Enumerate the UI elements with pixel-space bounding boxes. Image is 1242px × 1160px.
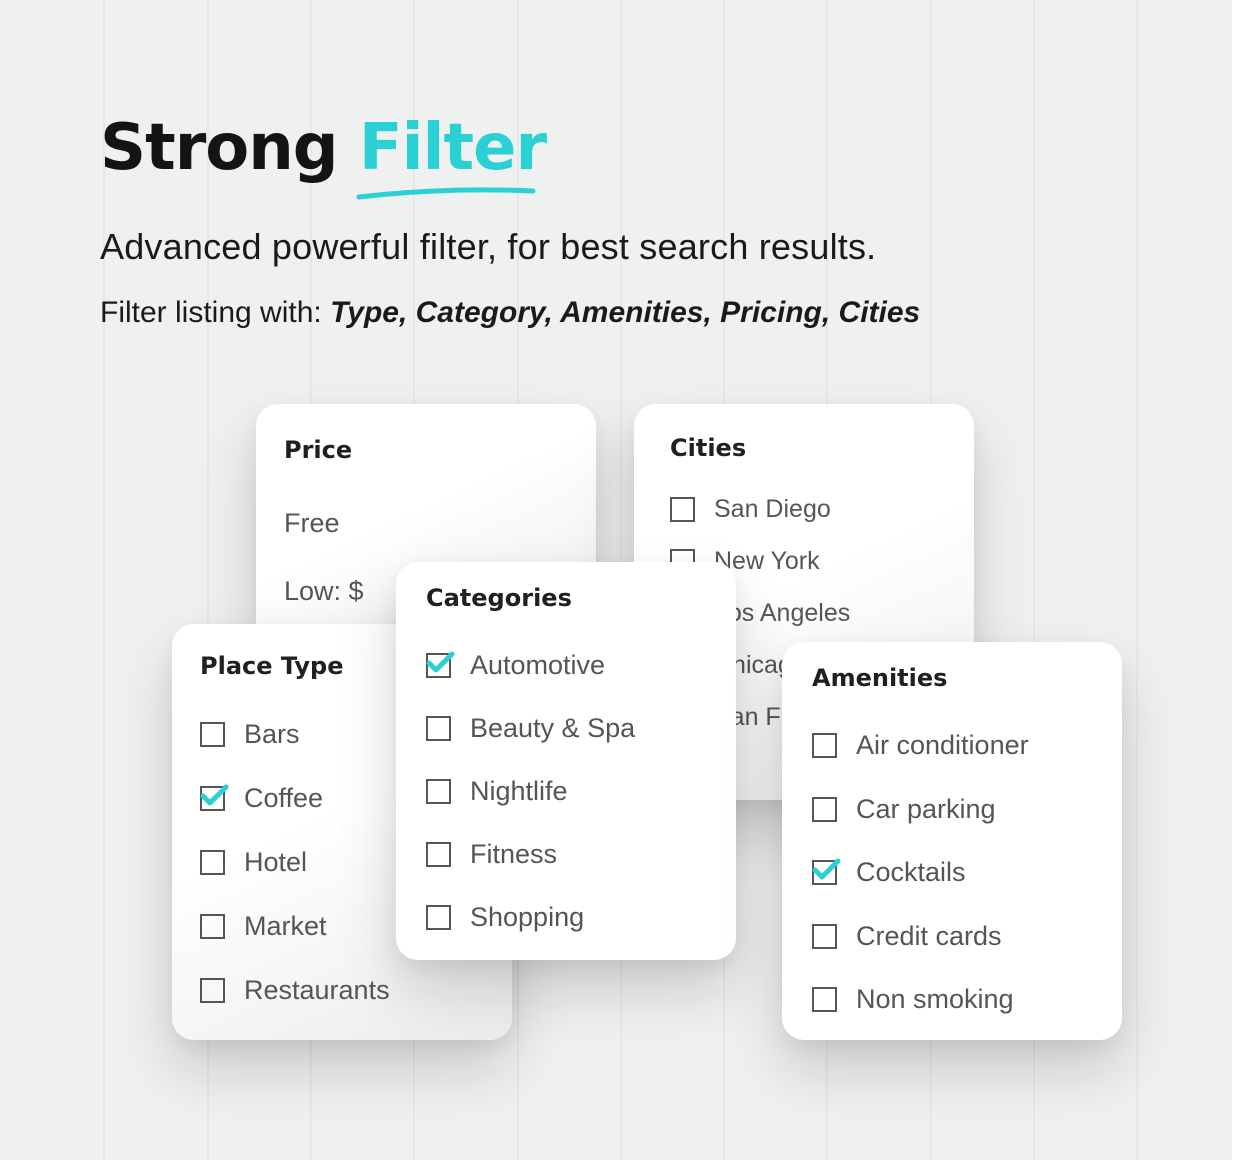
option-label: Air conditioner xyxy=(856,730,1029,760)
place-type-option[interactable]: Bars xyxy=(200,719,300,750)
option-label: Shopping xyxy=(470,902,585,932)
title-accent-text: Filter xyxy=(358,111,547,185)
place-type-option[interactable]: Hotel xyxy=(200,847,307,878)
checkbox[interactable] xyxy=(200,978,225,1003)
option-label: Cocktails xyxy=(856,857,966,887)
place-type-option[interactable]: Coffee xyxy=(200,783,323,814)
checkbox[interactable] xyxy=(426,716,451,741)
page-title: Strong Filter xyxy=(100,108,547,200)
checkbox[interactable] xyxy=(200,914,225,939)
option-label: Credit cards xyxy=(856,920,1002,951)
amenities-filter-card: Amenities Air conditioner Car parking Cock… xyxy=(782,642,1122,1040)
title-accent: Filter xyxy=(356,108,547,200)
checkbox-checked[interactable] xyxy=(200,784,229,811)
option-label: Non smoking xyxy=(856,984,1014,1014)
checkbox[interactable] xyxy=(200,850,225,875)
checkmark-icon xyxy=(426,651,455,673)
option-label: Hotel xyxy=(244,847,308,877)
categories-filter-card: Categories Automotive Beauty & Spa Nightli… xyxy=(396,562,736,960)
right-edge-strip xyxy=(1232,0,1242,1160)
amenities-option[interactable]: Car parking xyxy=(812,794,996,825)
checkbox[interactable] xyxy=(812,733,837,758)
subtitle: Advanced powerful filter, for best searc… xyxy=(100,226,877,267)
amenities-option[interactable]: Credit cards xyxy=(812,921,1002,952)
amenities-option[interactable]: Air conditioner xyxy=(812,730,1029,761)
checkbox-checked[interactable] xyxy=(812,858,841,885)
title-primary: Strong xyxy=(100,111,339,185)
checkbox[interactable] xyxy=(812,923,837,949)
option-label: Bars xyxy=(244,719,300,749)
filter-prefix: Filter listing with: xyxy=(100,296,331,329)
checkmark-icon xyxy=(812,858,841,880)
place-type-option[interactable]: Market xyxy=(200,911,327,942)
amenities-option[interactable]: Non smoking xyxy=(812,984,1014,1015)
cities-title: Cities xyxy=(670,434,747,462)
checkbox[interactable] xyxy=(426,779,451,804)
categories-option[interactable]: Shopping xyxy=(426,902,584,933)
categories-option[interactable]: Nightlife xyxy=(426,776,568,807)
option-label: Nightlife xyxy=(470,776,568,806)
option-label: Fitness xyxy=(470,839,558,869)
checkbox[interactable] xyxy=(670,497,695,522)
option-label: Market xyxy=(244,911,327,941)
amenities-option[interactable]: Cocktails xyxy=(812,857,966,888)
checkmark-icon xyxy=(200,784,229,806)
checkbox[interactable] xyxy=(812,796,837,822)
option-label: Restaurants xyxy=(244,975,390,1005)
checkbox[interactable] xyxy=(426,905,451,930)
underline-swash-icon xyxy=(356,187,536,200)
price-option-free[interactable]: Free xyxy=(284,508,340,539)
cities-option[interactable]: San Diego xyxy=(670,495,831,524)
option-label: Coffee xyxy=(244,783,324,813)
option-label: Beauty & Spa xyxy=(470,713,636,743)
checkbox-checked[interactable] xyxy=(426,651,455,678)
amenities-title: Amenities xyxy=(812,664,948,692)
checkbox[interactable] xyxy=(812,987,837,1012)
place-type-title: Place Type xyxy=(200,652,344,680)
categories-option[interactable]: Automotive xyxy=(426,650,605,681)
option-label: San Diego xyxy=(714,495,831,523)
option-label: Automotive xyxy=(470,650,606,680)
categories-title: Categories xyxy=(426,584,572,612)
price-title: Price xyxy=(284,436,353,464)
filter-description: Filter listing with: Type, Category, Ame… xyxy=(100,296,920,330)
checkbox[interactable] xyxy=(426,842,451,867)
categories-option[interactable]: Beauty & Spa xyxy=(426,713,635,744)
filter-types: Type, Category, Amenities, Pricing, Citi… xyxy=(330,296,921,329)
price-option-low[interactable]: Low: $ xyxy=(284,576,364,607)
checkbox[interactable] xyxy=(200,722,225,747)
grid-line xyxy=(1136,0,1139,1160)
option-label: Car parking xyxy=(856,793,996,824)
place-type-option[interactable]: Restaurants xyxy=(200,975,390,1006)
categories-option[interactable]: Fitness xyxy=(426,839,557,870)
